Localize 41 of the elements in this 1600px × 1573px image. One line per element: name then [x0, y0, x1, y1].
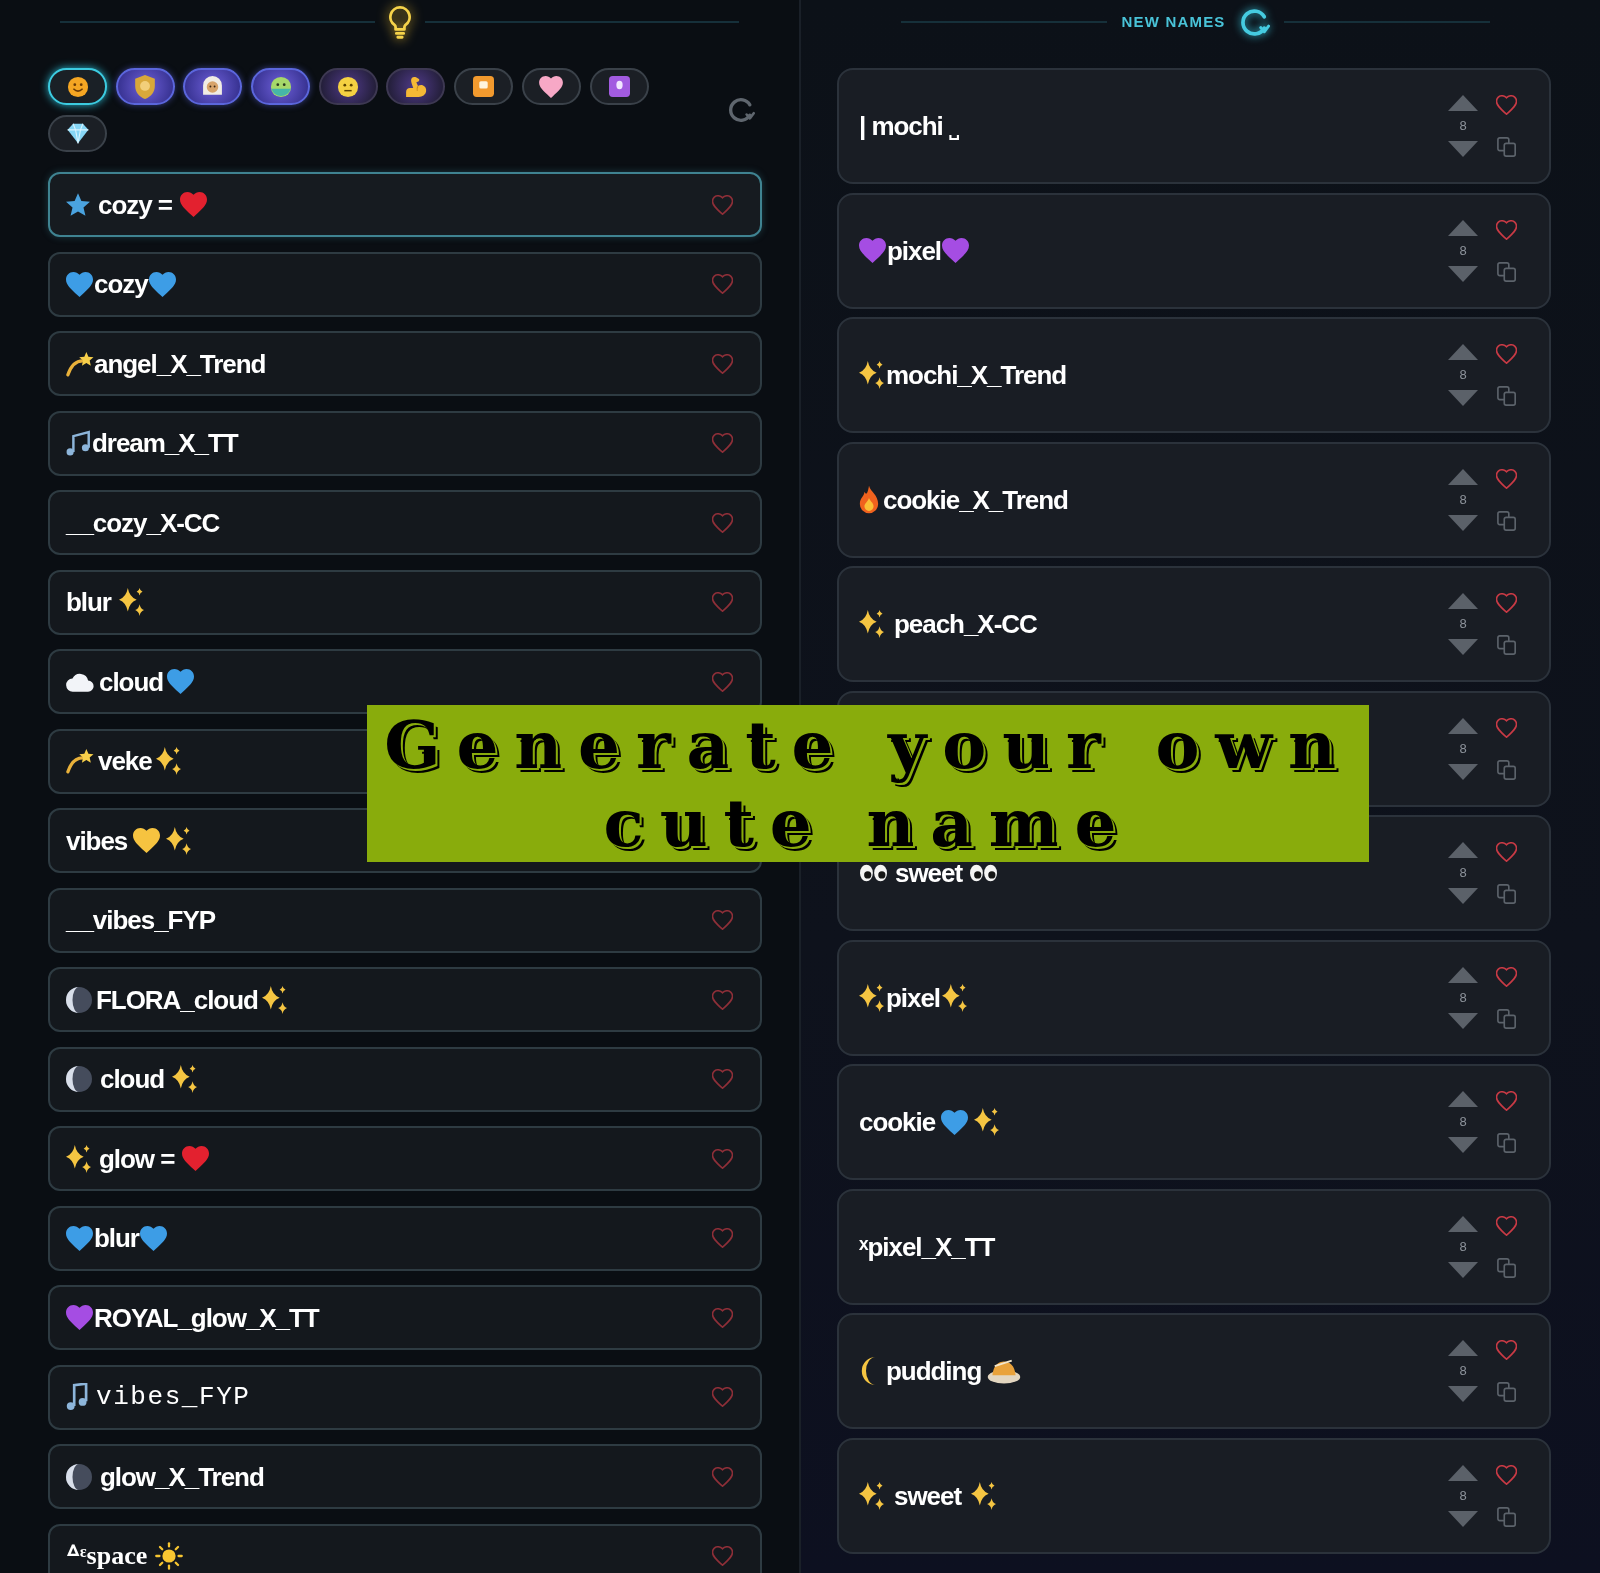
name-text: ᐞᵋspace	[66, 1540, 148, 1572]
name-text: sweet	[894, 1479, 962, 1513]
name-text: dream_X_TT	[92, 427, 238, 460]
name-text: | mochi ˽	[859, 110, 959, 143]
name-text: cozy =	[98, 188, 172, 222]
vote-count: 8	[1459, 368, 1467, 382]
vote-count: 8	[1459, 1364, 1467, 1378]
name-text: __vibes_FYP	[66, 904, 215, 937]
name-text: cozy	[94, 268, 148, 301]
name-text: cookie	[859, 1106, 936, 1139]
name-text: __cozy_X-CC	[66, 506, 220, 540]
name-text: cloud	[99, 665, 164, 699]
name-text: veke	[98, 745, 152, 778]
name-text: pudding	[886, 1355, 982, 1388]
vote-count: 8	[1459, 617, 1467, 631]
name-text: pixel	[887, 234, 942, 268]
section-title: NEW NAMES	[1121, 11, 1226, 32]
vote-count: 8	[1459, 119, 1467, 133]
name-text: mochi_X_Trend	[886, 359, 1067, 392]
vote-count: 8	[1459, 1488, 1467, 1503]
name-text: ROYAL_glow_X_TT	[94, 1301, 319, 1335]
name-text: cookie_X_Trend	[883, 483, 1068, 517]
vote-count: 8	[1459, 1239, 1467, 1254]
vote-count: 8	[1459, 492, 1467, 507]
name-text: vibes_FYP	[96, 1381, 251, 1414]
vote-count: 8	[1459, 243, 1467, 258]
name-text: cloud	[100, 1063, 165, 1096]
name-text: glow =	[99, 1142, 175, 1176]
name-text: glow_X_Trend	[100, 1460, 264, 1494]
vote-count: 8	[1459, 990, 1467, 1005]
name-text: angel_X_Trend	[94, 347, 266, 381]
name-text: blur	[66, 586, 111, 619]
vote-count: 8	[1459, 741, 1467, 756]
name-text: ˣpixel_X_TT	[859, 1230, 995, 1264]
name-text: vibes	[66, 824, 128, 858]
name-text: FLORA_cloud	[96, 983, 258, 1017]
name-text: blur	[94, 1222, 139, 1255]
vote-count: 8	[1459, 1115, 1467, 1129]
name-text: pixel	[886, 981, 941, 1015]
name-text: peach_X-CC	[894, 608, 1037, 641]
vote-count: 8	[1459, 866, 1467, 880]
